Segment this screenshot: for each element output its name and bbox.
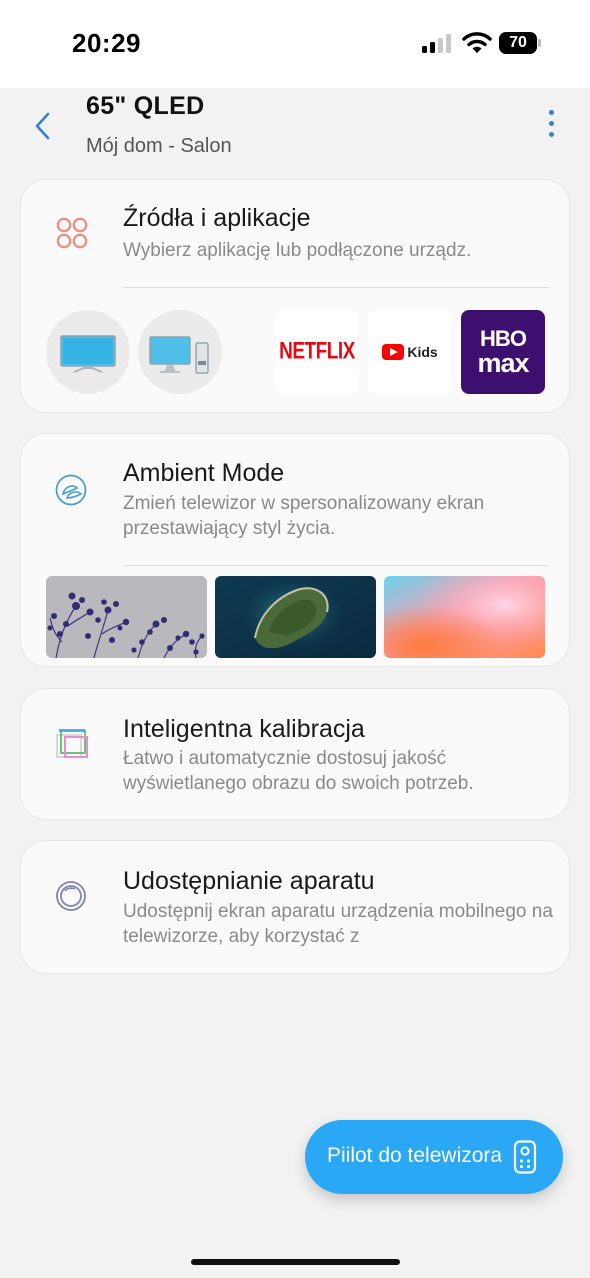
battery-icon: 70 [499,32,541,54]
netflix-logo: NETFLIX [279,338,355,365]
device-pc[interactable] [138,310,222,394]
cellular-signal-icon [422,33,454,53]
ambient-mode-card[interactable]: Ambient Mode Zmień telewizor w spersonal… [20,433,570,667]
smart-calibration-description: Łatwo i automatycznie dostosuj jakość wy… [123,748,474,794]
gradient-image [384,576,545,658]
sources-apps-title: Źródła i aplikacje [123,204,311,232]
sources-apps-card[interactable]: Źródła i aplikacje Wybierz aplikację lub… [20,179,570,413]
pc-icon [149,336,209,374]
more-options-icon[interactable] [536,110,566,142]
youtube-kids-logo: Kids [368,310,452,394]
sources-apps-icon [56,217,88,249]
status-time: 20:29 [72,28,141,58]
island-image [215,576,376,658]
back-arrow-icon[interactable] [28,108,60,144]
sources-apps-description: Wybierz aplikację lub podłączone urządz. [123,240,472,261]
wifi-icon [462,32,492,53]
home-indicator[interactable] [191,1259,400,1265]
page-title: 65" QLED [86,92,205,120]
ambient-mode-description: Zmień telewizor w spersonalizowany ekran… [123,493,485,539]
page-subtitle: Mój dom - Salon [86,135,232,157]
hbo-max-logo-bottom: max [477,348,529,378]
hbo-max-logo-top: HBO [480,326,527,351]
smart-calibration-card[interactable]: Inteligentna kalibracja Łatwo i automaty… [20,688,570,820]
divider [123,287,549,288]
status-bar: 20:29 70 [0,0,590,88]
remote-control-icon [513,1140,537,1174]
ambient-mode-title: Ambient Mode [123,459,285,487]
tv-remote-label: Piilot do telewizora [327,1144,503,1167]
camera-sharing-title: Udostępnianie aparatu [123,867,375,895]
camera-sharing-icon [56,881,86,911]
flowers-image [46,576,207,658]
youtube-kids-label: Kids [407,344,438,360]
camera-sharing-description: Udostępnij ekran aparatu urządzenia mobi… [123,901,553,947]
camera-sharing-card[interactable]: Udostępnianie aparatu Udostępnij ekran a… [20,840,570,974]
tv-remote-button[interactable]: Piilot do telewizora [305,1120,563,1194]
battery-level: 70 [499,32,537,54]
device-tv[interactable] [46,310,130,394]
ambient-thumbnail-island[interactable] [215,576,376,658]
app-hbo-max[interactable]: HBO max [461,310,545,394]
app-youtube-kids[interactable]: Kids [368,310,452,394]
calibration-icon [56,729,88,758]
smart-calibration-title: Inteligentna kalibracja [123,715,365,743]
ambient-thumbnail-gradient[interactable] [384,576,545,658]
divider [123,565,549,566]
youtube-play-icon [382,344,405,360]
ambient-mode-icon [55,474,87,506]
tv-icon [60,335,116,373]
ambient-thumbnail-flowers[interactable] [46,576,207,658]
app-netflix[interactable]: NETFLIX [275,310,359,394]
